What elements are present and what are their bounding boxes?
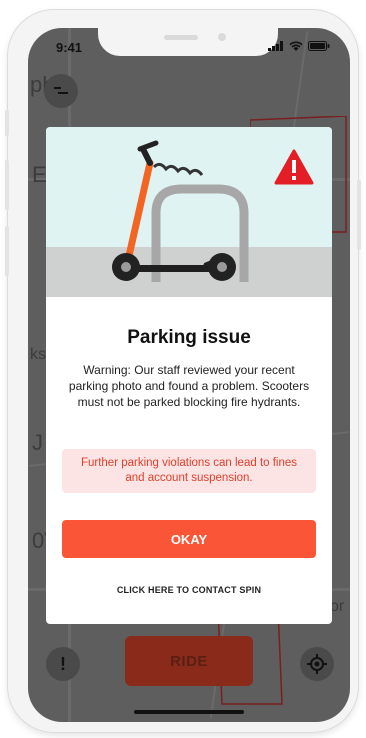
app-screen: ph ll E ks J 0V or ! RIDE — [28, 28, 350, 722]
menu-button[interactable] — [44, 74, 78, 108]
speaker-grille — [164, 35, 198, 40]
locate-icon — [307, 654, 327, 674]
locate-button[interactable] — [300, 647, 334, 681]
battery-icon — [308, 41, 330, 51]
home-indicator — [134, 710, 244, 714]
violation-alert: Further parking violations can lead to f… — [62, 449, 316, 493]
okay-button[interactable]: OKAY — [62, 520, 316, 558]
status-icons — [268, 41, 330, 51]
menu-icon — [54, 87, 68, 94]
front-camera — [218, 33, 226, 41]
map-label: E — [32, 162, 47, 187]
map-label: ks — [30, 346, 46, 363]
dialog-message: Warning: Our staff reviewed your recent … — [68, 363, 310, 409]
contact-spin-link[interactable]: CLICK HERE TO CONTACT SPIN — [46, 585, 332, 595]
status-time: 9:41 — [56, 40, 83, 55]
power-button — [357, 180, 361, 250]
violation-alert-text: Further parking violations can lead to f… — [80, 457, 298, 484]
wifi-icon — [289, 41, 303, 51]
device-notch — [98, 28, 278, 56]
dialog-title: Parking issue — [127, 327, 251, 348]
illustration-panel — [46, 127, 332, 297]
volume-up-button — [5, 160, 9, 210]
report-button[interactable]: ! — [46, 647, 80, 681]
volume-down-button — [5, 226, 9, 276]
parking-issue-dialog: Parking issue Warning: Our staff reviewe… — [46, 127, 332, 624]
report-button-label: ! — [60, 653, 66, 674]
warning-triangle-icon — [274, 149, 314, 185]
map-label: or — [330, 598, 345, 615]
mute-switch — [5, 110, 9, 136]
map-label: J — [32, 430, 43, 455]
ride-button[interactable]: RIDE — [125, 636, 253, 686]
signal-icon — [268, 41, 283, 51]
